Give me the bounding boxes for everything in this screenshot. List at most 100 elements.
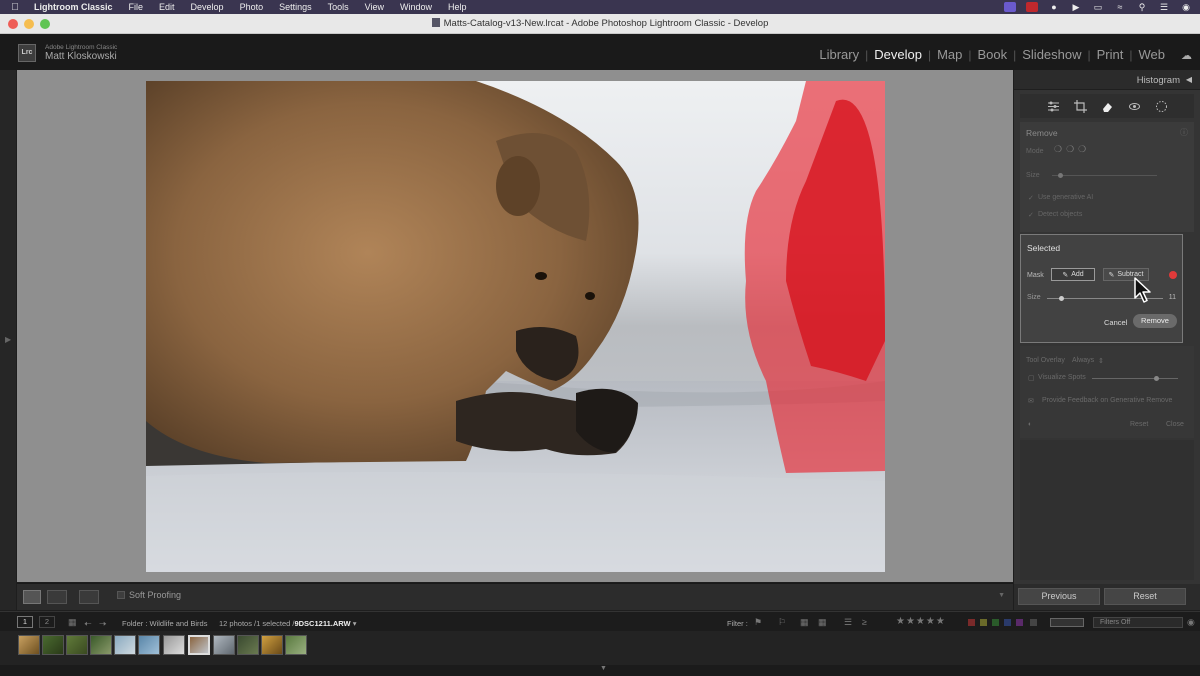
menu-view[interactable]: View xyxy=(357,2,392,12)
toggle-icon[interactable]: ◐ xyxy=(1028,421,1032,428)
search-icon[interactable]: ⚲ xyxy=(1136,2,1148,12)
thumbnail[interactable] xyxy=(18,635,40,655)
window-2-button[interactable]: 2 xyxy=(39,616,55,628)
filmstrip[interactable] xyxy=(0,631,1200,665)
filename-menu-chevron-icon[interactable]: ▾ xyxy=(353,619,357,628)
module-print[interactable]: Print xyxy=(1096,47,1125,62)
histogram-header[interactable]: Histogram ◀ xyxy=(1014,70,1200,90)
thumbnail[interactable] xyxy=(42,635,64,655)
visualize-spots-checkbox[interactable]: ▢ xyxy=(1028,374,1035,382)
folder-source[interactable]: Folder : Wildlife and Birds xyxy=(122,619,207,628)
flag-filter-icon[interactable]: ⚑ xyxy=(754,617,762,628)
visualize-spots-slider[interactable] xyxy=(1092,376,1178,381)
overlay-color-dot[interactable] xyxy=(1169,271,1177,279)
thumbnail[interactable] xyxy=(285,635,307,655)
thumbnail[interactable] xyxy=(237,635,259,655)
thumbnail[interactable] xyxy=(213,635,235,655)
menu-edit[interactable]: Edit xyxy=(151,2,183,12)
module-book[interactable]: Book xyxy=(976,47,1008,62)
histogram-collapse-icon[interactable]: ◀ xyxy=(1186,75,1192,84)
module-web[interactable]: Web xyxy=(1138,47,1167,62)
play-icon[interactable]: ▶ xyxy=(1070,2,1082,12)
mode-buttons-icon[interactable]: ❍❍❍ xyxy=(1054,144,1090,155)
feedback-link[interactable]: Provide Feedback on Generative Remove xyxy=(1042,397,1172,404)
expand-left-panel-icon[interactable]: ▶ xyxy=(5,335,11,344)
thumbnail[interactable] xyxy=(66,635,88,655)
menu-window[interactable]: Window xyxy=(392,2,440,12)
battery-icon[interactable]: ▭ xyxy=(1092,2,1104,12)
feedback-icon[interactable]: ✉ xyxy=(1028,397,1034,405)
mask-add-button[interactable]: ✎ Add xyxy=(1051,268,1095,281)
cloud-sync-icon[interactable]: ☁ xyxy=(1181,49,1192,62)
bear-photo[interactable] xyxy=(146,81,885,572)
menu-photo[interactable]: Photo xyxy=(232,2,272,12)
remove-button[interactable]: Remove xyxy=(1133,314,1177,328)
crop-icon[interactable] xyxy=(1073,99,1087,113)
reset-button[interactable]: Reset xyxy=(1104,588,1186,605)
filters-off-select[interactable]: Filters Off xyxy=(1093,617,1183,628)
loupe-view-button[interactable] xyxy=(23,590,41,604)
menu-develop[interactable]: Develop xyxy=(183,2,232,12)
previous-button[interactable]: Previous xyxy=(1018,588,1100,605)
soft-proofing-checkbox[interactable] xyxy=(117,591,125,599)
before-after-swap-button[interactable] xyxy=(79,590,99,604)
filter-lock-icon[interactable]: ◉ xyxy=(1187,617,1195,628)
virtual-copy-filter-icon[interactable]: ▦ xyxy=(800,617,809,628)
edit-sliders-icon[interactable] xyxy=(1047,100,1060,113)
menu-file[interactable]: File xyxy=(121,2,152,12)
module-library[interactable]: Library xyxy=(818,47,860,62)
masking-icon[interactable] xyxy=(1155,100,1168,113)
selected-size-knob[interactable] xyxy=(1058,296,1064,301)
label-red-swatch[interactable] xyxy=(968,619,975,626)
label-none-swatch[interactable] xyxy=(1030,619,1037,626)
screen-record-icon[interactable] xyxy=(1004,2,1016,12)
label-blue-swatch[interactable] xyxy=(1004,619,1011,626)
menu-tools[interactable]: Tools xyxy=(320,2,357,12)
remove-size-slider[interactable] xyxy=(1052,173,1157,178)
rating-compare-icon[interactable]: ≥ xyxy=(862,617,867,627)
photo-count[interactable]: 12 photos /1 selected /9DSC1211.ARW ▾ xyxy=(219,619,356,628)
selected-size-value[interactable]: 11 xyxy=(1169,294,1176,301)
siri-icon[interactable]: ◉ xyxy=(1180,2,1192,12)
remove-size-knob[interactable] xyxy=(1058,173,1063,178)
flag-pick-icon[interactable]: ⚐ xyxy=(778,617,786,628)
detect-objects-checkbox[interactable]: ✓ xyxy=(1028,211,1034,219)
visualize-spots-knob[interactable] xyxy=(1154,376,1159,381)
collapse-filmstrip-icon[interactable]: ▼ xyxy=(600,665,607,672)
lower-reset-button[interactable]: Reset xyxy=(1130,421,1148,428)
label-green-swatch[interactable] xyxy=(992,619,999,626)
creative-cloud-icon[interactable]: ● xyxy=(1048,2,1060,12)
thumbnail-selected[interactable] xyxy=(188,635,210,655)
control-center-icon[interactable]: ☰ xyxy=(1158,2,1170,12)
label-purple-swatch[interactable] xyxy=(1016,619,1023,626)
help-icon[interactable]: ⓘ xyxy=(1180,127,1188,138)
master-filter-icon[interactable]: ▦ xyxy=(818,617,827,628)
toolbar-menu-chevron-icon[interactable]: ▼ xyxy=(998,592,1005,599)
grid-view-icon[interactable]: ▦ xyxy=(68,617,77,628)
module-slideshow[interactable]: Slideshow xyxy=(1021,47,1082,62)
tool-overlay-chevron-icon[interactable]: ⇕ xyxy=(1098,357,1104,365)
video-filter-icon[interactable]: ☰ xyxy=(844,617,852,628)
module-develop[interactable]: Develop xyxy=(873,47,923,62)
thumbnail[interactable] xyxy=(163,635,185,655)
tool-overlay-select[interactable]: Always xyxy=(1072,357,1094,364)
before-after-button[interactable] xyxy=(47,590,67,604)
lower-close-button[interactable]: Close xyxy=(1166,421,1184,428)
app-red-icon[interactable] xyxy=(1026,2,1038,12)
thumbnail[interactable] xyxy=(261,635,283,655)
remove-eraser-icon[interactable] xyxy=(1101,100,1114,113)
window-1-button[interactable]: 1 xyxy=(17,616,33,628)
module-map[interactable]: Map xyxy=(936,47,963,62)
cancel-button[interactable]: Cancel xyxy=(1104,318,1127,327)
apple-icon[interactable]:  xyxy=(0,2,30,13)
use-gen-ai-checkbox[interactable]: ✓ xyxy=(1028,194,1034,202)
thumbnail[interactable] xyxy=(90,635,112,655)
thumbnail[interactable] xyxy=(138,635,160,655)
left-panel-collapsed[interactable]: ▶ xyxy=(0,70,16,610)
thumbnail[interactable] xyxy=(114,635,136,655)
menu-lightroom-classic[interactable]: Lightroom Classic xyxy=(30,2,121,12)
menu-settings[interactable]: Settings xyxy=(271,2,320,12)
red-eye-icon[interactable] xyxy=(1128,100,1141,113)
soft-proofing[interactable]: Soft Proofing xyxy=(117,590,181,600)
label-yellow-swatch[interactable] xyxy=(980,619,987,626)
